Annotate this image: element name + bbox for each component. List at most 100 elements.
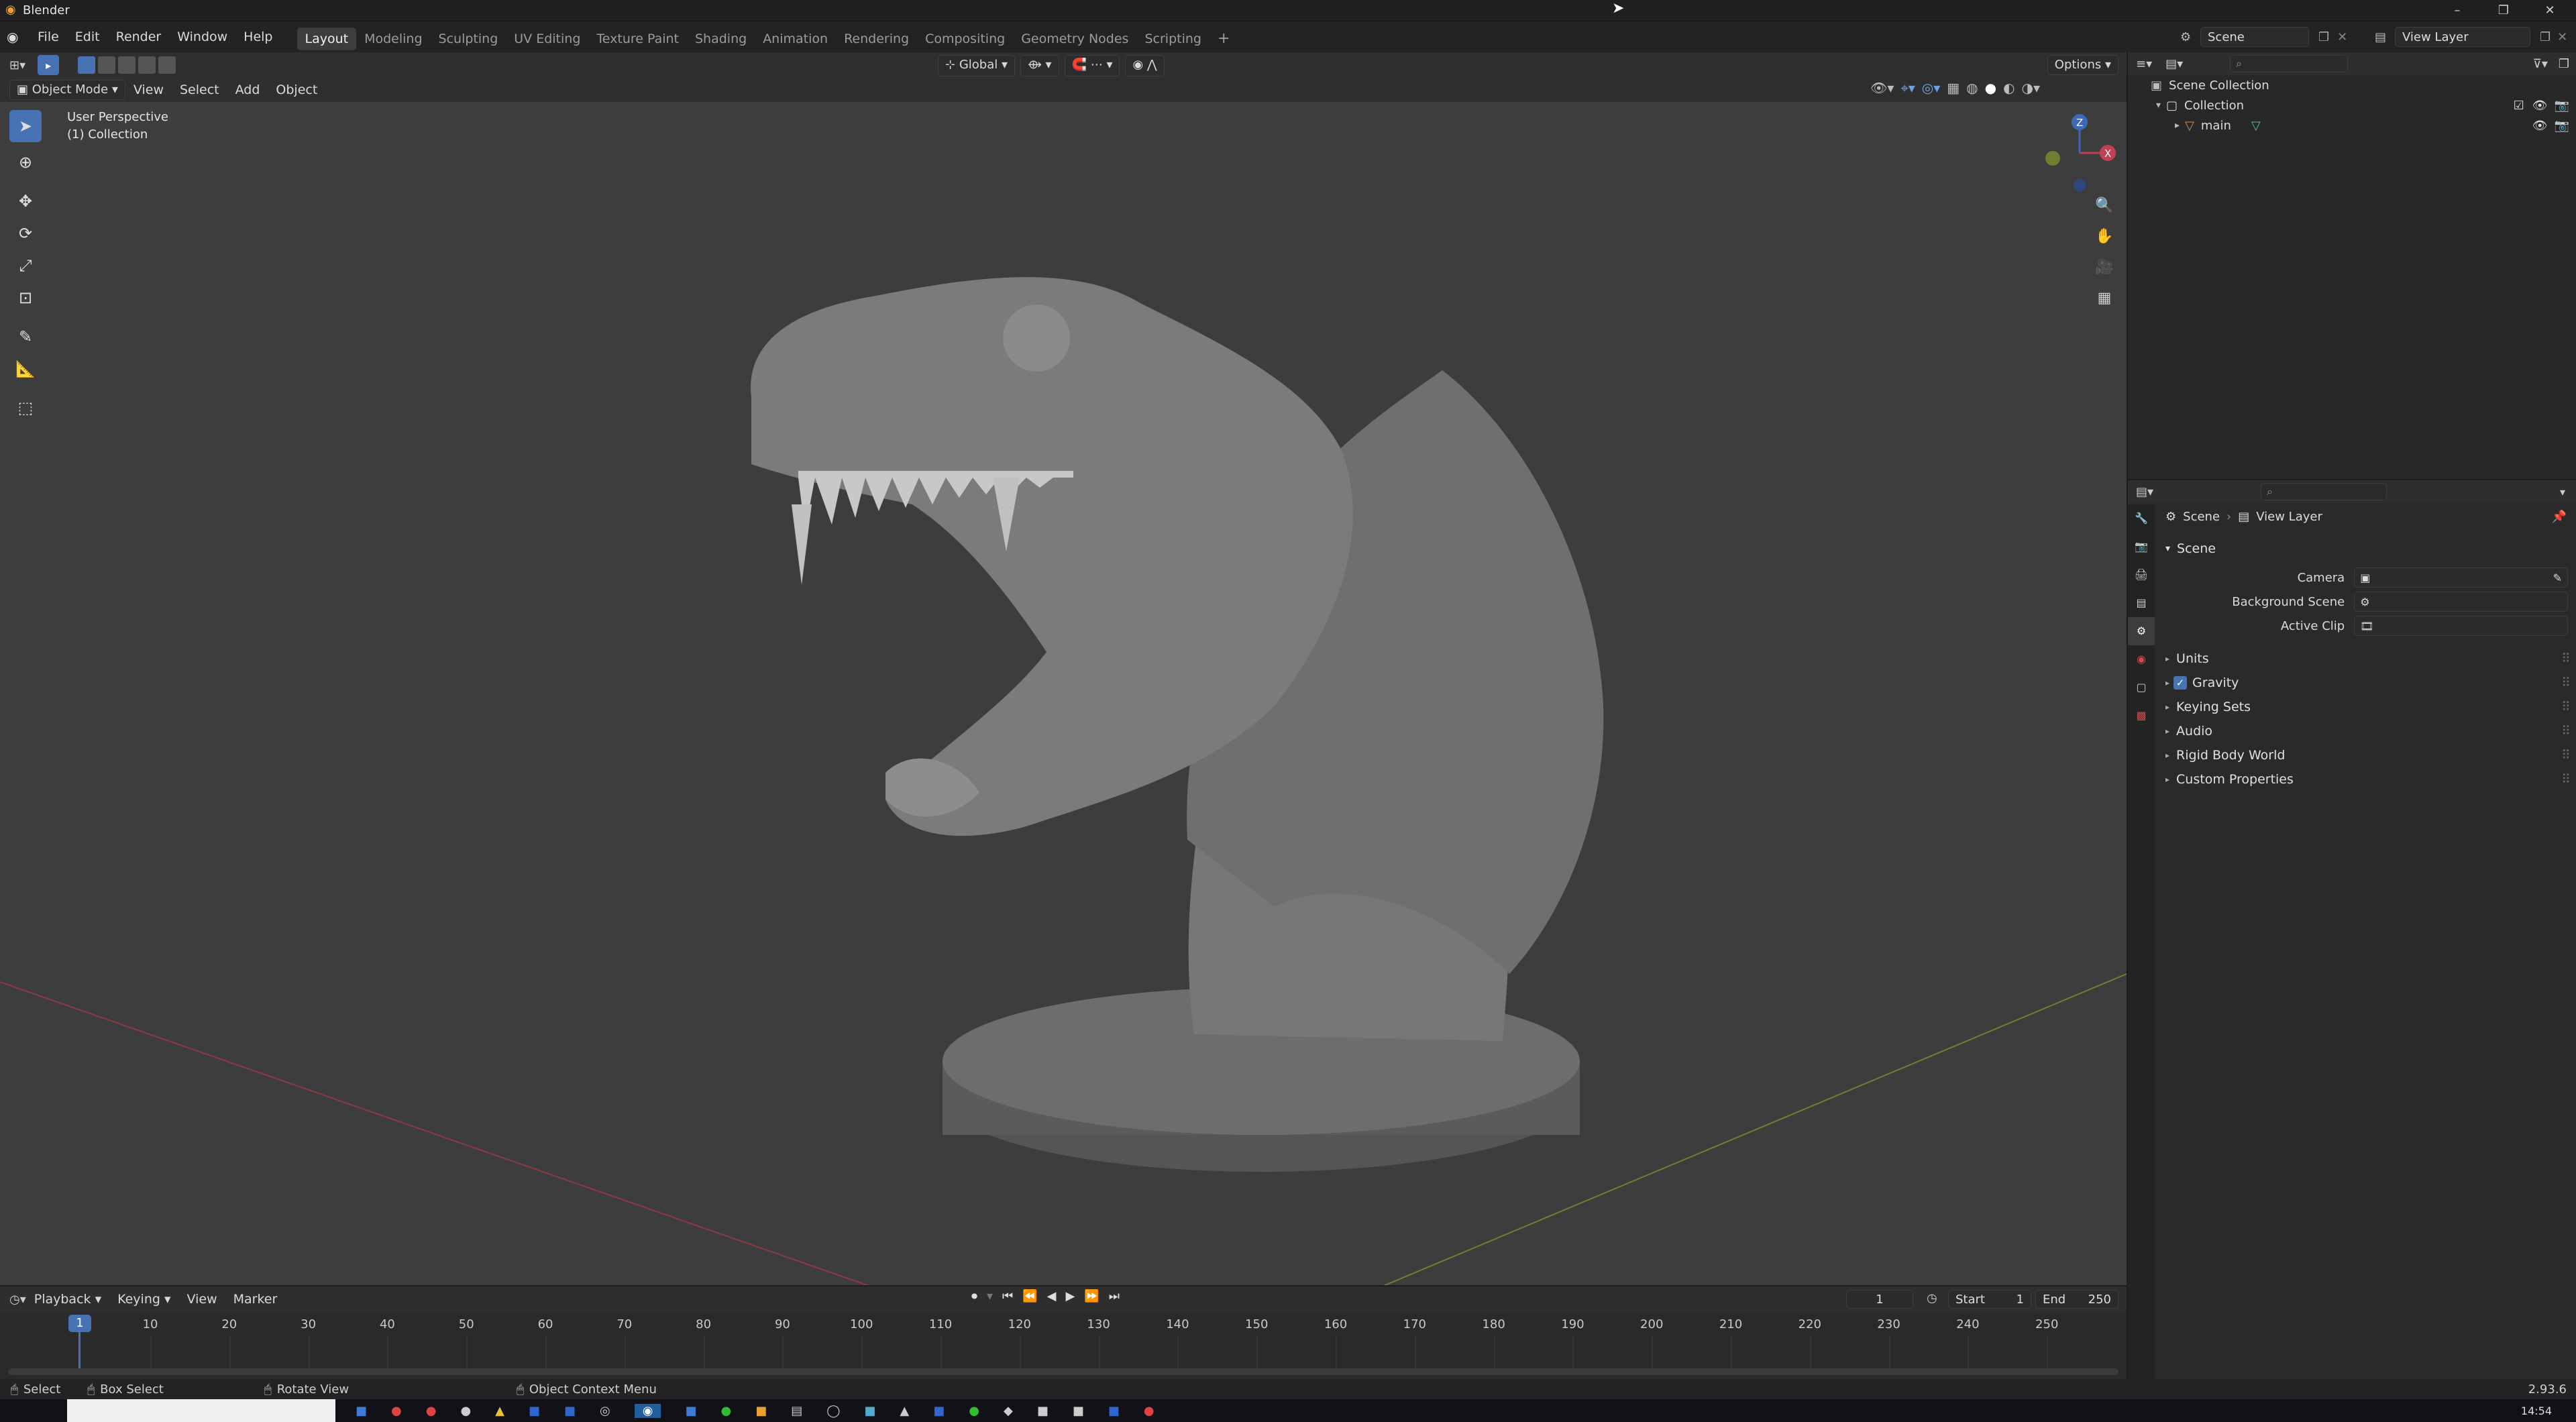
outliner-search-input[interactable]: ⌕ — [2230, 55, 2349, 72]
collection-tab-icon[interactable]: ▢ — [2128, 673, 2155, 702]
blender-taskbar-icon[interactable]: ◉ — [634, 1403, 661, 1418]
solid-shading-icon[interactable]: ● — [1985, 80, 1996, 96]
app-icon-2[interactable]: ● — [391, 1404, 402, 1418]
active-clip-field[interactable]: 🎞 — [2354, 616, 2568, 636]
ortho-toggle-icon[interactable]: ▦ — [2090, 283, 2119, 313]
app-icon-5[interactable]: ▲ — [495, 1404, 504, 1418]
proportional-edit-toggle[interactable]: ◉ ⋀ — [1125, 55, 1165, 76]
minimize-button[interactable]: – — [2438, 0, 2477, 21]
wireframe-shading-icon[interactable]: ◍ — [1966, 80, 1978, 96]
subsection-custom-properties[interactable]: ▸ Custom Properties ⠿ — [2161, 767, 2571, 791]
overlay-toggle-icon[interactable]: ◎▾ — [1922, 80, 1941, 96]
menu-file[interactable]: File — [30, 21, 67, 52]
mode-extend-icon[interactable] — [98, 56, 116, 74]
app-icon-8[interactable]: ◎ — [600, 1404, 610, 1418]
app-icon-3[interactable]: ● — [426, 1404, 437, 1418]
app-icon-14[interactable]: ■ — [864, 1404, 875, 1418]
rigid-body-drag-handle-icon[interactable]: ⠿ — [2561, 748, 2571, 763]
app-icon-19[interactable]: ■ — [1037, 1404, 1049, 1418]
tab-geometry-nodes[interactable]: Geometry Nodes — [1013, 28, 1136, 50]
gizmo-y-axis-icon[interactable] — [2045, 151, 2060, 166]
mode-difference-icon[interactable] — [138, 56, 156, 74]
app-icon-11[interactable]: ■ — [755, 1404, 767, 1418]
blender-menu-icon[interactable]: ◉ — [7, 29, 30, 45]
app-icon-4[interactable]: ● — [460, 1404, 471, 1418]
world-tab-icon[interactable]: ◉ — [2128, 645, 2155, 673]
app-icon-10[interactable]: ● — [721, 1404, 732, 1418]
select-menu[interactable]: Select — [172, 78, 227, 102]
outliner-row-collection[interactable]: ▾ ▢ Collection ☑ 👁 📷 — [2128, 95, 2576, 115]
xray-toggle-icon[interactable]: ▦ — [1947, 80, 1960, 96]
tab-modeling[interactable]: Modeling — [356, 28, 430, 50]
3d-viewport[interactable]: ⊞▾ ▸ ⊹ Global ▾ ⟴ ▾ 🧲 ⋯ ▾ ◉ ⋀ Options ▾ … — [0, 52, 2127, 1285]
tab-scripting[interactable]: Scripting — [1136, 28, 1210, 50]
outliner-row-scene-collection[interactable]: ▣ Scene Collection — [2128, 75, 2576, 95]
output-tab-icon[interactable]: 🖨 — [2128, 561, 2155, 589]
properties-editor-type-icon[interactable]: ▤▾ — [2136, 485, 2153, 499]
gizmo-toggle-icon[interactable]: ⌖▾ — [1900, 80, 1915, 96]
menu-help[interactable]: Help — [235, 21, 280, 52]
pivot-point-dropdown[interactable]: ⟴ ▾ — [1020, 55, 1059, 76]
app-icon-12[interactable]: ▤ — [791, 1404, 802, 1418]
subsection-gravity[interactable]: ▸ ✓ Gravity ⠿ — [2161, 671, 2571, 695]
app-icon-9[interactable]: ■ — [685, 1404, 696, 1418]
object-render-camera-icon[interactable]: 📷 — [2555, 119, 2569, 133]
camera-view-icon[interactable]: 🎥 — [2090, 252, 2119, 282]
delete-scene-icon[interactable]: ✕ — [2337, 30, 2347, 44]
audio-drag-handle-icon[interactable]: ⠿ — [2561, 724, 2571, 739]
menu-edit[interactable]: Edit — [67, 21, 108, 52]
gizmo-negz-icon[interactable] — [2074, 179, 2086, 191]
subsection-audio[interactable]: ▸ Audio ⠿ — [2161, 719, 2571, 743]
new-scene-icon[interactable]: ❐ — [2318, 30, 2329, 44]
snap-toggle[interactable]: 🧲 ⋯ ▾ — [1064, 55, 1120, 76]
close-button[interactable]: ✕ — [2530, 0, 2569, 21]
menu-window[interactable]: Window — [169, 21, 235, 52]
material-shading-icon[interactable]: ◐ — [2003, 80, 2015, 96]
delete-viewlayer-icon[interactable]: ✕ — [2557, 30, 2567, 44]
tab-shading[interactable]: Shading — [687, 28, 755, 50]
new-collection-icon[interactable]: ❐ — [2559, 57, 2569, 71]
tab-texture-paint[interactable]: Texture Paint — [588, 28, 687, 50]
scene-tab-icon[interactable]: ⚙ — [2128, 617, 2155, 645]
mode-intersect-icon[interactable] — [158, 56, 176, 74]
collapse-chevron-icon[interactable]: ▾ — [2156, 100, 2161, 111]
object-visibility-eye-icon[interactable]: 👁 — [2532, 119, 2548, 133]
navigation-gizmo[interactable]: X Z — [2039, 111, 2120, 192]
scene-selector[interactable]: ⚙ Scene ❐ ✕ — [2180, 27, 2360, 47]
scene-field[interactable]: Scene — [2200, 27, 2309, 47]
gravity-drag-handle-icon[interactable]: ⠿ — [2561, 675, 2571, 690]
texture-tab-icon[interactable]: ▩ — [2128, 702, 2155, 730]
app-icon-20[interactable]: ■ — [1073, 1404, 1084, 1418]
app-icon-13[interactable]: ◯ — [826, 1404, 840, 1418]
tab-uv-editing[interactable]: UV Editing — [506, 28, 588, 50]
background-scene-field[interactable]: ⚙ — [2354, 592, 2568, 612]
timeline-ruler[interactable]: 10 20 30 40 50 60 70 80 90 100 110 120 130 140 150 160 1… — [0, 1287, 2127, 1379]
app-icon-6[interactable]: ■ — [529, 1404, 540, 1418]
gravity-checkbox[interactable]: ✓ — [2174, 676, 2188, 690]
app-icon-16[interactable]: ■ — [933, 1404, 945, 1418]
mode-set-icon[interactable] — [78, 56, 96, 74]
view-menu[interactable]: View — [125, 78, 172, 102]
tab-compositing[interactable]: Compositing — [917, 28, 1013, 50]
object-menu[interactable]: Object — [268, 78, 325, 102]
mode-subtract-icon[interactable] — [118, 56, 136, 74]
app-icon-22[interactable]: ● — [1144, 1404, 1155, 1418]
subsection-keying-sets[interactable]: ▸ Keying Sets ⠿ — [2161, 695, 2571, 719]
viewlayer-field[interactable]: View Layer — [2395, 27, 2530, 47]
display-mode-icon[interactable]: ▤▾ — [2165, 57, 2183, 71]
properties-search-input[interactable]: ⌕ — [2261, 483, 2387, 500]
pin-icon[interactable]: 📌 — [2552, 510, 2567, 524]
options-dropdown[interactable]: Options ▾ — [2047, 55, 2118, 75]
app-icon-17[interactable]: ● — [969, 1404, 979, 1418]
app-icon-1[interactable]: ■ — [356, 1404, 367, 1418]
tab-animation[interactable]: Animation — [755, 28, 836, 50]
exclude-checkbox[interactable]: ☑ — [2514, 99, 2524, 113]
app-icon-21[interactable]: ■ — [1108, 1404, 1120, 1418]
render-camera-icon[interactable]: 📷 — [2555, 99, 2569, 113]
transform-orientation-dropdown[interactable]: ⊹ Global ▾ — [938, 55, 1015, 76]
outliner-row-main[interactable]: ▸ ▽ main ▽ 👁 📷 — [2128, 115, 2576, 135]
editor-type-icon[interactable]: ⊞▾ — [9, 58, 25, 72]
eyedropper-icon[interactable]: ✎ — [2553, 571, 2562, 584]
app-icon-18[interactable]: ◆ — [1004, 1404, 1013, 1418]
new-viewlayer-icon[interactable]: ❐ — [2540, 30, 2551, 44]
